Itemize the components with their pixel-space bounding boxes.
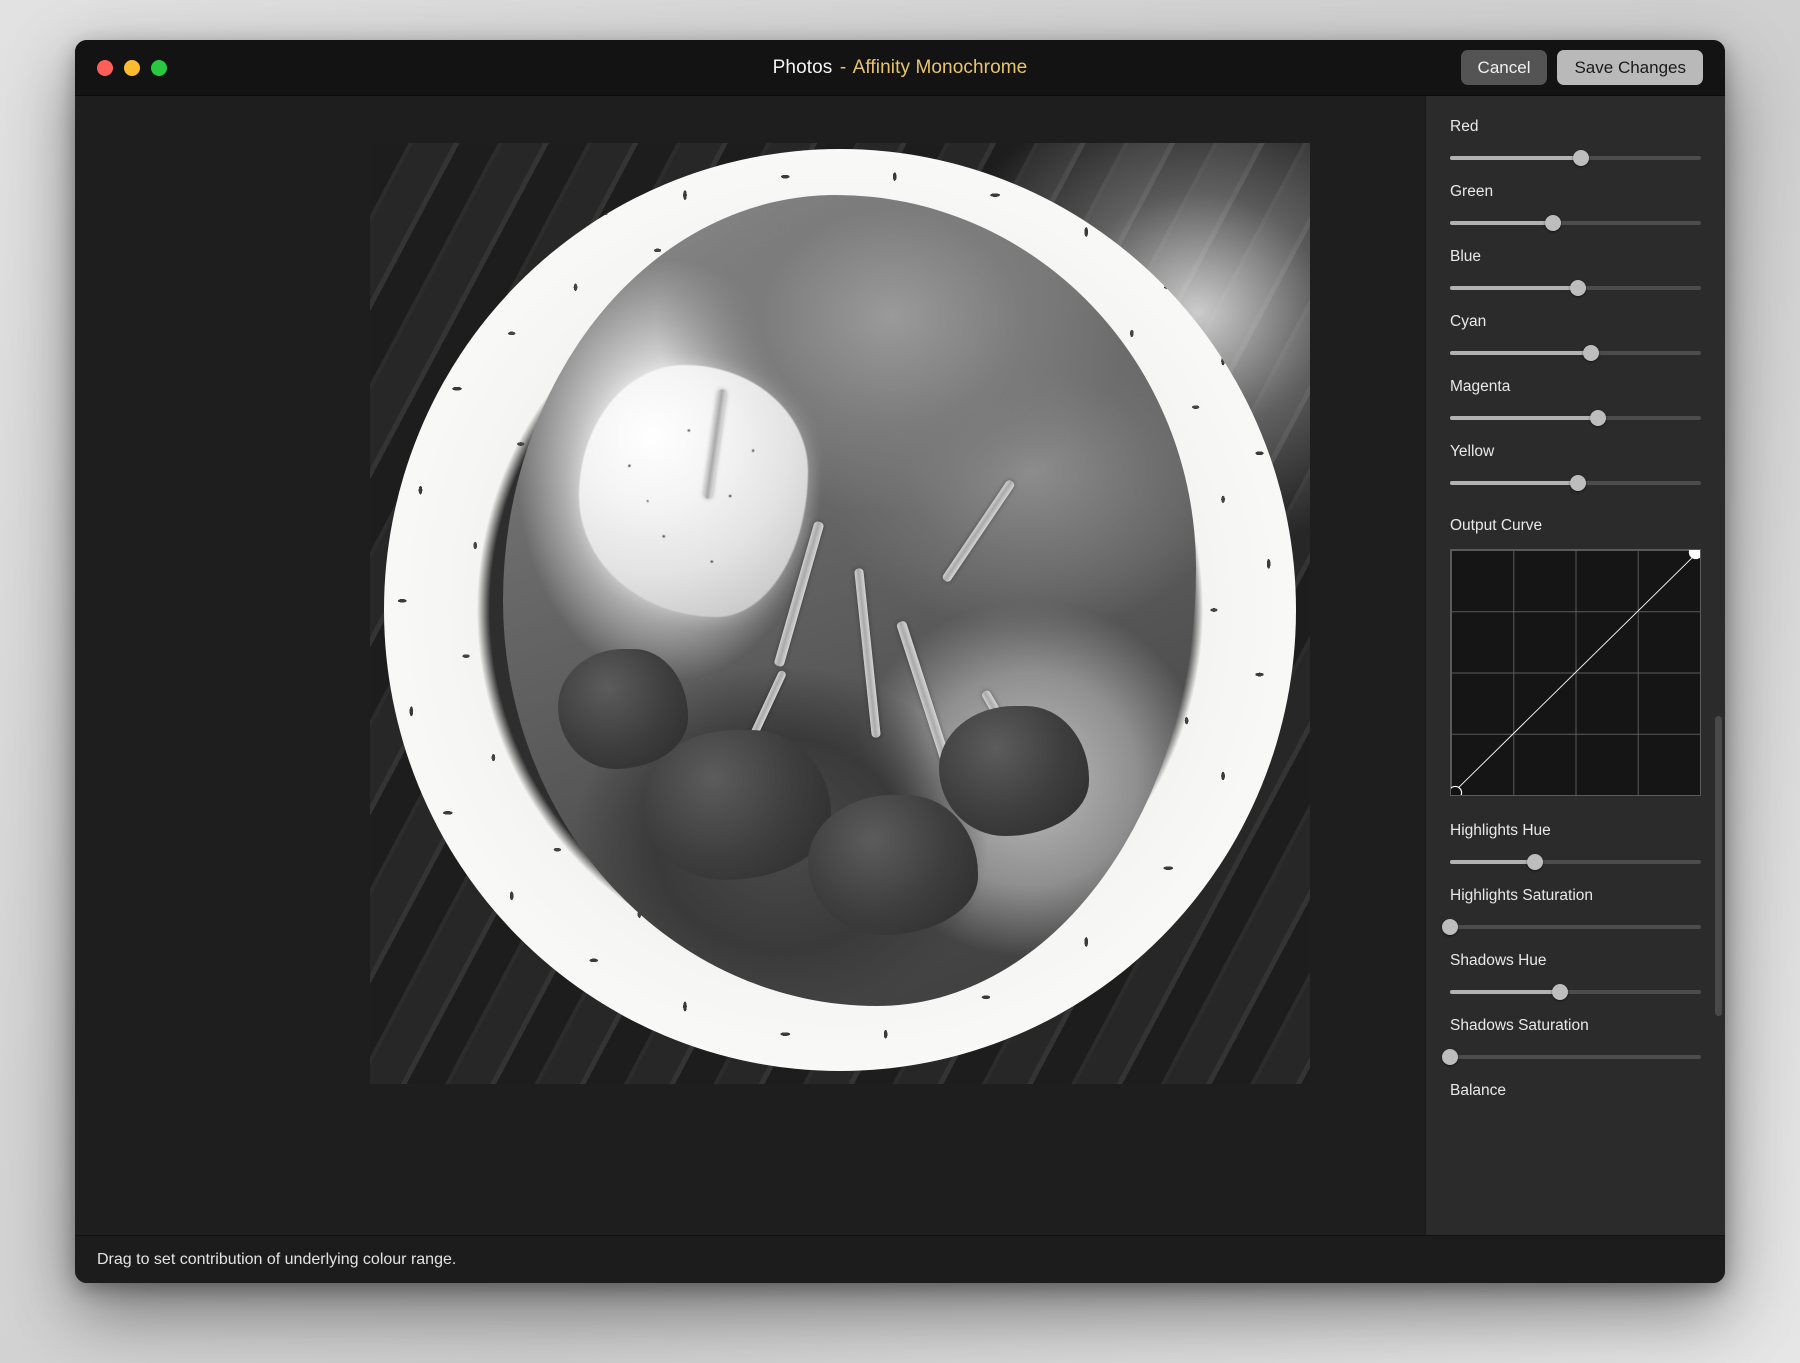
output-curve-editor[interactable] — [1450, 549, 1701, 796]
slider-red[interactable] — [1450, 150, 1701, 166]
control-label-blue: Blue — [1450, 248, 1482, 265]
control-red: Red — [1450, 118, 1701, 166]
slider-fill — [1450, 221, 1553, 225]
status-hint-text: Drag to set contribution of underlying c… — [97, 1250, 457, 1268]
photo-salad-leaf — [641, 730, 832, 881]
window-title-extension: Affinity Monochrome — [852, 56, 1028, 78]
slider-fill — [1450, 156, 1581, 160]
photo-salad-leaf — [558, 649, 689, 770]
output-curve-label: Output Curve — [1450, 517, 1543, 534]
photo-salad-leaf — [807, 795, 978, 936]
control-label-shadows-hue: Shadows Hue — [1450, 952, 1547, 969]
save-changes-button[interactable]: Save Changes — [1557, 49, 1703, 86]
window-title-separator: - — [839, 56, 847, 78]
slider-blue[interactable] — [1450, 280, 1701, 296]
slider-fill — [1450, 860, 1536, 864]
photos-editing-extension-window: Photos - Affinity Monochrome Cancel Save… — [75, 40, 1725, 1283]
window-title-app: Photos — [772, 56, 833, 78]
control-label-highlights-saturation: Highlights Saturation — [1450, 887, 1594, 904]
slider-thumb-highlights-hue[interactable] — [1527, 854, 1544, 870]
control-label-green: Green — [1450, 183, 1494, 200]
close-window-icon[interactable] — [97, 59, 113, 76]
photo-salad-leaf — [939, 705, 1090, 836]
control-label-red: Red — [1450, 118, 1479, 135]
sidebar-scrollbar[interactable] — [1715, 716, 1722, 1016]
control-blue: Blue — [1450, 248, 1701, 296]
slider-track — [1450, 925, 1701, 929]
slider-thumb-blue[interactable] — [1570, 280, 1586, 296]
control-label-shadows-saturation: Shadows Saturation — [1450, 1017, 1589, 1034]
slider-thumb-shadows-saturation[interactable] — [1442, 1049, 1458, 1065]
control-green: Green — [1450, 183, 1701, 231]
slider-thumb-highlights-saturation[interactable] — [1442, 919, 1458, 935]
curve-point-black — [1451, 786, 1462, 795]
slider-track — [1450, 1055, 1701, 1059]
control-balance: Balance — [1450, 1082, 1701, 1100]
window-titlebar: Photos - Affinity Monochrome Cancel Save… — [75, 40, 1725, 96]
slider-thumb-shadows-hue[interactable] — [1552, 984, 1569, 1000]
control-shadows-saturation: Shadows Saturation — [1442, 1017, 1701, 1065]
photo-cottage-cheese — [578, 365, 808, 617]
slider-magenta[interactable] — [1450, 410, 1701, 426]
photo-canvas[interactable] — [75, 96, 1425, 1235]
traffic-light-group — [97, 59, 167, 76]
slider-fill — [1450, 481, 1578, 485]
photo-plate — [384, 148, 1296, 1071]
slider-cyan[interactable] — [1450, 345, 1701, 361]
slider-fill — [1450, 286, 1578, 290]
control-label-magenta: Magenta — [1450, 378, 1511, 395]
slider-thumb-yellow[interactable] — [1570, 475, 1586, 491]
slider-shadows-hue[interactable] — [1450, 984, 1701, 1000]
photo-preview — [370, 143, 1310, 1084]
slider-thumb-magenta[interactable] — [1590, 410, 1607, 426]
photo-veg-strip — [941, 478, 1016, 583]
cancel-button[interactable]: Cancel — [1460, 49, 1548, 86]
status-bar: Drag to set contribution of underlying c… — [75, 1235, 1725, 1283]
minimize-window-icon[interactable] — [124, 59, 140, 76]
titlebar-actions: Cancel Save Changes — [1460, 49, 1703, 86]
output-curve-section: Output Curve — [1450, 517, 1701, 796]
control-yellow: Yellow — [1450, 443, 1701, 491]
curve-point-white — [1689, 550, 1700, 559]
control-label-balance: Balance — [1450, 1082, 1507, 1099]
window-body: Red Green Blue Cyan Magenta Yellow Outpu… — [75, 96, 1725, 1235]
slider-fill — [1450, 416, 1599, 420]
slider-thumb-cyan[interactable] — [1582, 345, 1599, 361]
control-cyan: Cyan — [1450, 313, 1701, 361]
control-shadows-hue: Shadows Hue — [1450, 952, 1701, 1000]
control-label-yellow: Yellow — [1450, 443, 1495, 460]
photo-veg-strip — [854, 568, 881, 739]
slider-thumb-red[interactable] — [1572, 150, 1589, 166]
slider-shadows-saturation[interactable] — [1442, 1049, 1701, 1065]
slider-highlights-saturation[interactable] — [1442, 919, 1701, 935]
control-highlights-hue: Highlights Hue — [1450, 822, 1701, 870]
slider-yellow[interactable] — [1450, 475, 1701, 491]
slider-green[interactable] — [1450, 215, 1701, 231]
slider-highlights-hue[interactable] — [1450, 854, 1701, 870]
maximize-window-icon[interactable] — [151, 59, 167, 76]
slider-thumb-green[interactable] — [1544, 215, 1561, 231]
slider-fill — [1450, 990, 1561, 994]
adjustments-scroll-area[interactable]: Red Green Blue Cyan Magenta Yellow Outpu… — [1426, 96, 1725, 1235]
adjustments-sidebar: Red Green Blue Cyan Magenta Yellow Outpu… — [1425, 96, 1725, 1235]
control-magenta: Magenta — [1450, 378, 1701, 426]
slider-fill — [1450, 351, 1591, 355]
control-label-highlights-hue: Highlights Hue — [1450, 822, 1551, 839]
control-highlights-saturation: Highlights Saturation — [1442, 887, 1701, 935]
output-curve-handles[interactable] — [1451, 550, 1700, 795]
control-label-cyan: Cyan — [1450, 313, 1487, 330]
